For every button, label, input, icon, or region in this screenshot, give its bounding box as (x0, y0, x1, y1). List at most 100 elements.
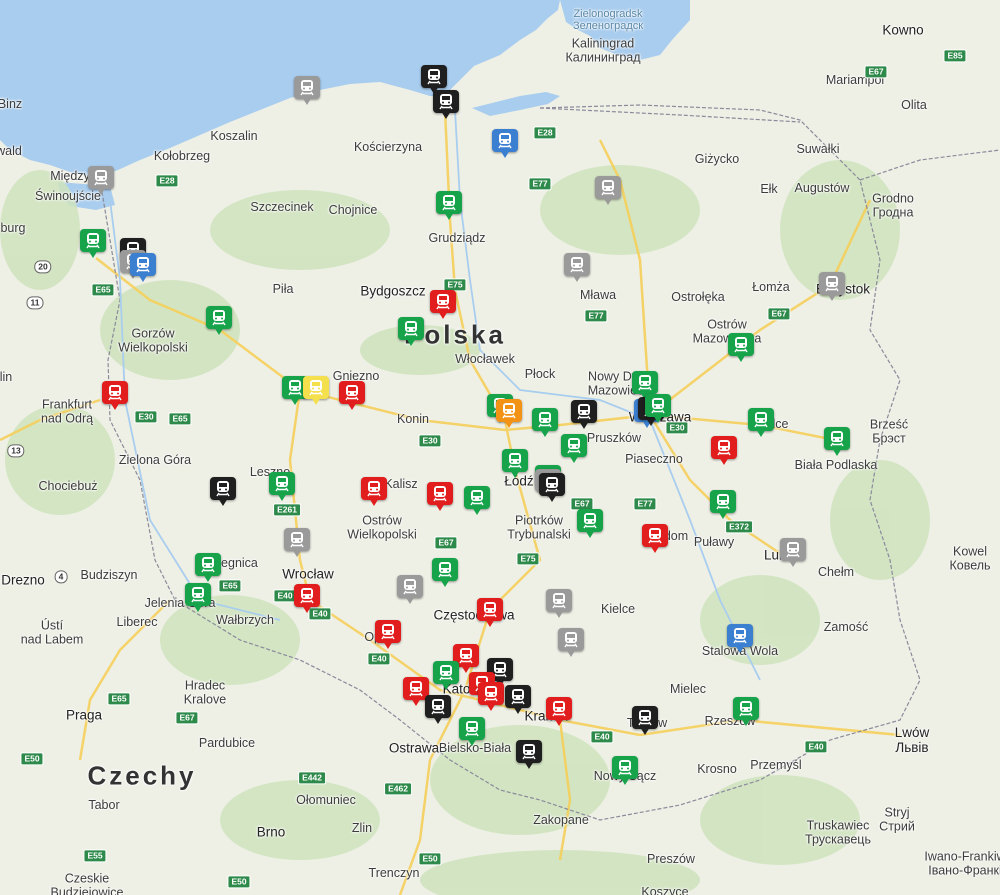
station-marker-sosnowiec[interactable] (505, 685, 531, 715)
station-marker-ilawa[interactable] (564, 253, 590, 283)
marker-pointer (441, 111, 451, 119)
station-marker-lodz-3[interactable] (539, 473, 565, 503)
marker-pointer (440, 579, 450, 587)
station-marker-czestochowa-m[interactable] (477, 598, 503, 628)
station-marker-wielun[interactable] (432, 558, 458, 588)
station-marker-wroclaw-m[interactable] (294, 584, 320, 614)
station-marker-zbaszynek[interactable] (210, 477, 236, 507)
train-icon (309, 380, 323, 396)
place-label-chelm: Chełm (817, 565, 855, 580)
station-marker-swinoujscie-m[interactable] (88, 166, 114, 196)
place-label-suwalki: Suwałki (796, 142, 840, 157)
train-icon (830, 431, 844, 447)
station-marker-kielce-m[interactable] (558, 628, 584, 658)
station-marker-rzeszow-m[interactable] (733, 697, 759, 727)
station-marker-kalisz-m[interactable] (361, 477, 387, 507)
road-shield-e40-s: E40 (367, 652, 391, 666)
train-icon (86, 233, 100, 249)
station-marker-leszno-m[interactable] (269, 472, 295, 502)
marker-pointer (485, 619, 495, 627)
marker-pointer (435, 503, 445, 511)
road-shield-e50: E50 (20, 752, 44, 766)
station-marker-kutno-2[interactable] (496, 399, 522, 429)
marker-pointer (302, 97, 312, 105)
station-marker-rzepin[interactable] (102, 381, 128, 411)
station-marker-olsztyn[interactable] (595, 176, 621, 206)
station-marker-czechowice[interactable] (459, 717, 485, 747)
station-marker-sieradz[interactable] (427, 482, 453, 512)
station-marker-zyrardow[interactable] (561, 434, 587, 464)
station-marker-krzyz[interactable] (206, 306, 232, 336)
train-icon (552, 701, 566, 717)
train-icon (754, 412, 768, 428)
road-shield-e67-ne: E67 (864, 65, 888, 79)
marker-pointer (292, 549, 302, 557)
station-marker-nowy-sacz-m[interactable] (612, 756, 638, 786)
marker-pointer (554, 610, 564, 618)
station-marker-tarnow-m[interactable] (632, 706, 658, 736)
train-icon (290, 532, 304, 548)
station-marker-wwa-4[interactable] (645, 394, 671, 424)
station-marker-konskie[interactable] (546, 589, 572, 619)
station-marker-sucha[interactable] (516, 740, 542, 770)
station-marker-gliwice[interactable] (433, 661, 459, 691)
marker-pointer (620, 777, 630, 785)
place-label-kielce: Kielce (600, 602, 636, 617)
station-marker-zdunska[interactable] (464, 486, 490, 516)
train-icon (427, 69, 441, 85)
station-marker-stalowa-m[interactable] (727, 624, 753, 654)
station-marker-bydgoszcz-m[interactable] (430, 290, 456, 320)
place-label-praga: Praga (65, 707, 103, 723)
station-marker-ostrow-maz-m[interactable] (728, 333, 754, 363)
train-icon (502, 403, 516, 419)
road-shield-e55: E55 (83, 849, 107, 863)
station-marker-pilawa[interactable] (711, 436, 737, 466)
station-marker-szczecin-1[interactable] (80, 229, 106, 259)
road-shield-e372: E372 (725, 520, 753, 534)
marker-pointer (347, 402, 357, 410)
place-label-lwow: Lwów Львів (894, 725, 930, 755)
station-marker-olesnica[interactable] (284, 528, 310, 558)
train-icon (601, 180, 615, 196)
marker-pointer (504, 420, 514, 428)
road-shield-e67-m: E67 (767, 307, 791, 321)
place-label-pulawy: Puławy (693, 535, 735, 550)
station-marker-krakow-m[interactable] (546, 697, 572, 727)
place-label-frankfurt: Frankfurt nad Odrą (40, 397, 94, 425)
station-marker-bialystok-m[interactable] (819, 272, 845, 302)
place-label-biala-podlaska: Biała Podlaska (794, 458, 878, 473)
station-marker-lublin-m[interactable] (780, 538, 806, 568)
station-marker-skierniewice[interactable] (571, 400, 597, 430)
road-shield-e65-m: E65 (168, 412, 192, 426)
station-marker-opole-m[interactable] (375, 620, 401, 650)
station-marker-elblag[interactable] (492, 129, 518, 159)
station-marker-kluczbork[interactable] (397, 575, 423, 605)
station-marker-biala-m[interactable] (824, 427, 850, 457)
station-marker-radom-m[interactable] (642, 524, 668, 554)
marker-pointer (547, 494, 557, 502)
station-marker-slupsk[interactable] (294, 76, 320, 106)
marker-pointer (438, 311, 448, 319)
station-marker-siedlce-m[interactable] (748, 408, 774, 438)
station-marker-poznan-3[interactable] (339, 381, 365, 411)
train-icon (552, 593, 566, 609)
train-icon (201, 557, 215, 573)
station-marker-pszczyna[interactable] (425, 695, 451, 725)
station-marker-tczew[interactable] (436, 191, 462, 221)
station-marker-zgierz[interactable] (502, 449, 528, 479)
station-marker-deblin[interactable] (710, 490, 736, 520)
vistula-lagoon (472, 92, 560, 116)
station-marker-jelenia-m[interactable] (185, 583, 211, 613)
station-marker-tomaszow[interactable] (577, 509, 603, 539)
station-marker-torun[interactable] (398, 317, 424, 347)
marker-pointer (569, 455, 579, 463)
station-marker-legnica-m[interactable] (195, 553, 221, 583)
station-marker-szczecin-4[interactable] (130, 253, 156, 283)
place-label-koszalin: Koszalin (210, 129, 258, 144)
station-marker-poznan-2[interactable] (303, 376, 329, 406)
road-shield-r13: 13 (7, 444, 25, 458)
station-marker-lowicz[interactable] (532, 408, 558, 438)
station-marker-kat-3[interactable] (478, 682, 504, 712)
map-canvas[interactable]: Binz Kowno Zielonogradsk Зеленоградск Kalini… (0, 0, 1000, 895)
station-marker-gdansk[interactable] (433, 90, 459, 120)
